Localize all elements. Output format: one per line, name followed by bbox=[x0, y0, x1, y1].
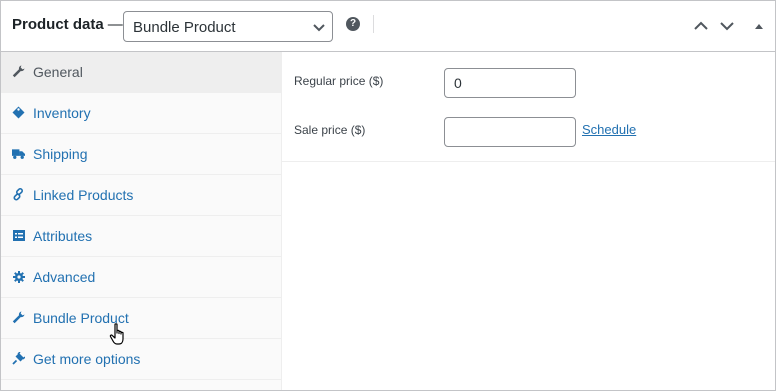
tab-label: Inventory bbox=[33, 105, 91, 121]
product-type-select[interactable]: Bundle Product bbox=[123, 11, 333, 42]
truck-icon bbox=[12, 147, 25, 160]
product-data-panel: Product data— Bundle Product ? General bbox=[0, 0, 776, 391]
tag-icon bbox=[12, 106, 25, 119]
panel-title: Product data — bbox=[12, 16, 123, 33]
tab-attributes[interactable]: Attributes bbox=[1, 216, 281, 257]
chevron-down-icon bbox=[313, 24, 325, 32]
header-divider bbox=[373, 15, 374, 33]
panel-title-text: Product data bbox=[12, 16, 104, 33]
tab-shipping[interactable]: Shipping bbox=[1, 134, 281, 175]
sale-price-input[interactable] bbox=[444, 117, 576, 147]
move-down-icon[interactable] bbox=[719, 18, 735, 34]
hand-cursor-icon bbox=[109, 323, 124, 345]
sale-price-label: Sale price ($) bbox=[294, 123, 366, 137]
link-icon bbox=[12, 188, 25, 201]
wrench-icon bbox=[12, 311, 25, 324]
plugin-icon bbox=[12, 352, 25, 365]
tab-general[interactable]: General bbox=[1, 52, 281, 93]
list-view-icon bbox=[12, 229, 25, 242]
regular-price-label: Regular price ($) bbox=[294, 74, 384, 88]
tab-advanced[interactable]: Advanced bbox=[1, 257, 281, 298]
product-data-tabs: General Inventory Shipping Linked Produc… bbox=[1, 52, 282, 390]
regular-price-input[interactable] bbox=[444, 68, 576, 98]
title-separator: — bbox=[107, 16, 123, 33]
tab-inventory[interactable]: Inventory bbox=[1, 93, 281, 134]
gear-icon bbox=[12, 270, 25, 283]
tab-label: Attributes bbox=[33, 228, 93, 244]
tab-get-more-options[interactable]: Get more options bbox=[1, 339, 281, 380]
product-type-value: Bundle Product bbox=[133, 19, 236, 36]
tab-label: General bbox=[33, 64, 83, 80]
schedule-link[interactable]: Schedule bbox=[582, 122, 636, 137]
pricing-fields: Regular price ($) Sale price ($) Schedul… bbox=[282, 52, 775, 162]
general-tab-panel: Regular price ($) Sale price ($) Schedul… bbox=[282, 52, 775, 390]
collapse-toggle-icon[interactable] bbox=[751, 18, 767, 34]
tab-label: Shipping bbox=[33, 146, 88, 162]
tab-bundle-product[interactable]: Bundle Product bbox=[1, 298, 281, 339]
tab-label: Get more options bbox=[33, 351, 141, 367]
tab-label: Advanced bbox=[33, 269, 96, 285]
move-up-icon[interactable] bbox=[693, 18, 709, 34]
wrench-icon bbox=[12, 65, 25, 78]
tab-linked-products[interactable]: Linked Products bbox=[1, 175, 281, 216]
tab-label: Linked Products bbox=[33, 187, 134, 203]
help-icon[interactable]: ? bbox=[346, 17, 360, 31]
product-data-header: Product data — Bundle Product ? bbox=[1, 1, 775, 52]
